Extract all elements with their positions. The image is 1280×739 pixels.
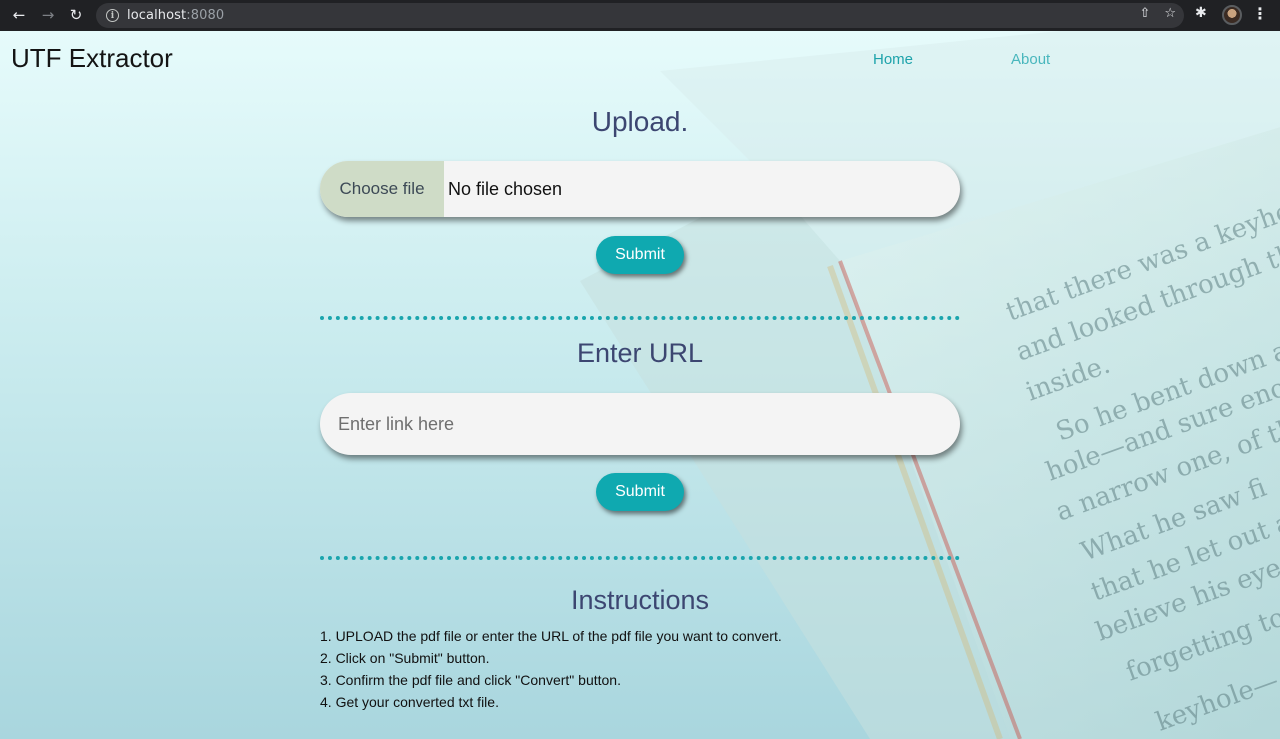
section-divider	[320, 556, 960, 560]
instruction-step: 3. Confirm the pdf file and click "Conve…	[320, 672, 621, 688]
instruction-step: 4. Get your converted txt file.	[320, 694, 499, 710]
instruction-step: 1. UPLOAD the pdf file or enter the URL …	[320, 628, 782, 644]
nav-about-link[interactable]: About	[1011, 51, 1050, 68]
back-arrow-icon[interactable]: ←	[8, 4, 30, 26]
file-status-text: No file chosen	[448, 178, 563, 199]
address-bar[interactable]: i localhost:8080 ⇧ ☆	[96, 3, 1184, 28]
address-url: localhost:8080	[127, 8, 225, 23]
upload-submit-button[interactable]: Submit	[596, 236, 684, 274]
upload-heading: Upload.	[591, 106, 689, 137]
svg-text:So he bent down a: So he bent down a	[1052, 336, 1280, 448]
url-submit-button[interactable]: Submit	[596, 473, 684, 511]
profile-avatar[interactable]	[1222, 5, 1242, 25]
forward-arrow-icon[interactable]: →	[37, 4, 59, 26]
svg-text:and looked through the: and looked through the	[1012, 234, 1280, 368]
kebab-menu-icon[interactable]: ⋮	[1252, 4, 1268, 23]
share-icon[interactable]: ⇧	[1139, 6, 1150, 21]
extensions-puzzle-icon[interactable]: ✱	[1195, 5, 1207, 21]
browser-toolbar: ← → ↻ i localhost:8080 ⇧ ☆ ✱ ⋮	[0, 0, 1280, 31]
brand-title: UTF Extractor	[11, 43, 173, 73]
site-info-icon[interactable]: i	[106, 9, 119, 22]
reload-icon[interactable]: ↻	[65, 4, 87, 26]
svg-text:forgetting to s: forgetting to s	[1122, 595, 1280, 688]
section-divider	[320, 316, 960, 320]
bookmark-star-icon[interactable]: ☆	[1164, 6, 1176, 21]
svg-text:What he saw fi: What he saw fi	[1077, 473, 1270, 568]
page-body: that there was a keyhole and looked thro…	[0, 31, 1280, 739]
instruction-step: 2. Click on "Submit" button.	[320, 650, 490, 666]
nav-home-link[interactable]: Home	[873, 51, 913, 68]
instructions-list: 1. UPLOAD the pdf file or enter the URL …	[320, 625, 960, 713]
svg-text:hole—and sure enou: hole—and sure enou	[1042, 367, 1280, 488]
url-input[interactable]: Enter link here	[320, 393, 960, 455]
svg-text:that he let out a: that he let out a	[1087, 507, 1280, 607]
svg-text:that there was a keyhole: that there was a keyhole	[1002, 188, 1280, 327]
choose-file-button[interactable]: Choose file	[320, 161, 444, 217]
svg-text:inside.: inside.	[1022, 350, 1114, 408]
instructions-heading: Instructions	[570, 585, 710, 615]
file-upload-input[interactable]: Choose file No file chosen	[320, 161, 960, 217]
svg-text:a narrow one, of th: a narrow one, of th	[1052, 413, 1280, 527]
url-heading: Enter URL	[576, 338, 704, 368]
svg-text:keyhole—: keyhole—	[1152, 666, 1280, 738]
svg-text:believe his eyes.: believe his eyes.	[1092, 545, 1280, 647]
